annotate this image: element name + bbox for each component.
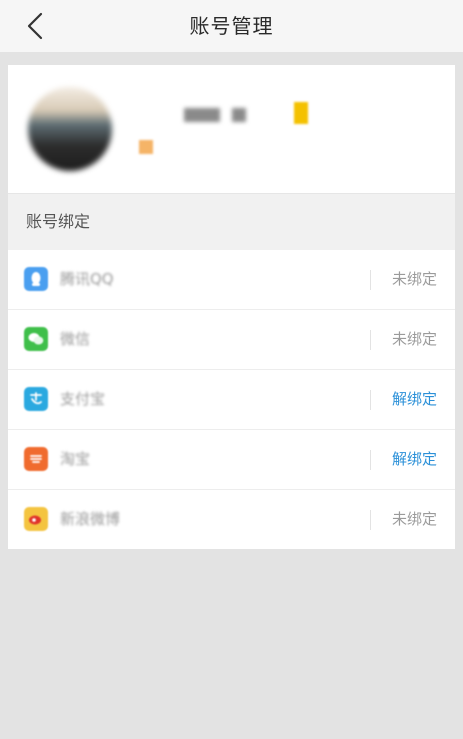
row-divider [370, 450, 371, 470]
top-nav-bar: 账号管理 [0, 0, 463, 52]
binding-label: 新浪微博 [60, 510, 121, 528]
row-divider [370, 390, 371, 410]
bind-button[interactable]: 未绑定 [392, 250, 437, 309]
username-redacted-2 [232, 108, 246, 122]
binding-row-weibo: 新浪微博 未绑定 [8, 490, 455, 549]
section-title: 账号绑定 [26, 212, 91, 231]
avatar [28, 87, 112, 171]
binding-row-taobao: 淘宝 解绑定 [8, 430, 455, 490]
app-root: 账号管理 账号绑定 腾讯QQ 未绑定 微信 未绑定 支付宝 解绑定 淘宝 解绑定… [0, 0, 463, 739]
binding-label: 微信 [60, 330, 91, 348]
binding-label: 腾讯QQ [60, 270, 114, 288]
profile-card[interactable] [8, 65, 455, 194]
level-badge-icon [139, 140, 153, 154]
row-divider [370, 270, 371, 290]
page-title: 账号管理 [189, 14, 274, 38]
binding-row-alipay: 支付宝 解绑定 [8, 370, 455, 430]
bindings-section-header: 账号绑定 [8, 194, 455, 250]
qq-icon [24, 267, 48, 291]
row-divider [370, 510, 371, 530]
unbind-button[interactable]: 解绑定 [392, 430, 437, 489]
alipay-icon [24, 387, 48, 411]
binding-row-wechat: 微信 未绑定 [8, 310, 455, 370]
taobao-icon [24, 447, 48, 471]
unbind-button[interactable]: 解绑定 [392, 370, 437, 429]
binding-row-qq: 腾讯QQ 未绑定 [8, 250, 455, 310]
binding-label: 淘宝 [60, 450, 91, 468]
bindings-list: 腾讯QQ 未绑定 微信 未绑定 支付宝 解绑定 淘宝 解绑定 新浪微博 未绑定 [8, 250, 455, 549]
bind-button[interactable]: 未绑定 [392, 490, 437, 549]
binding-label: 支付宝 [60, 390, 106, 408]
bind-button[interactable]: 未绑定 [392, 310, 437, 369]
vip-badge-icon [294, 102, 308, 124]
wechat-icon [24, 327, 48, 351]
row-divider [370, 330, 371, 350]
weibo-icon [24, 507, 48, 531]
username-redacted [184, 108, 220, 122]
